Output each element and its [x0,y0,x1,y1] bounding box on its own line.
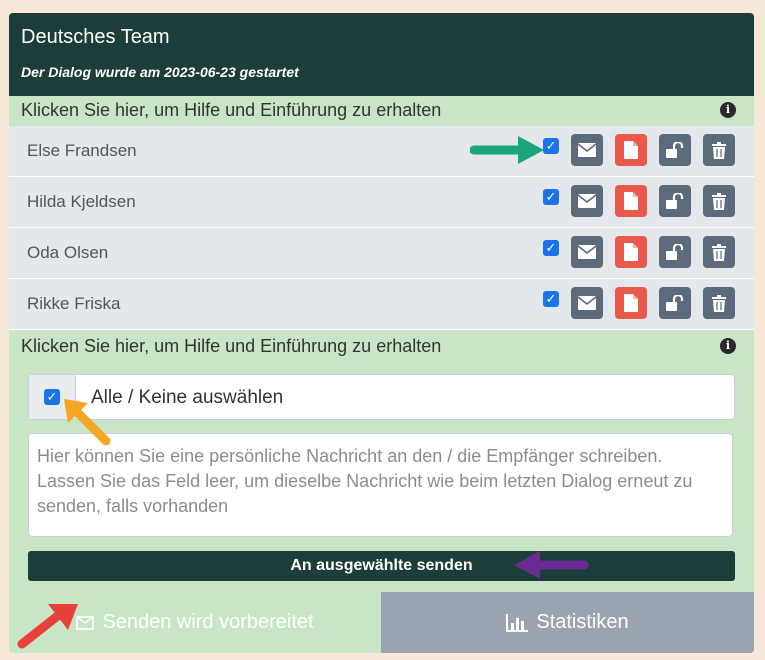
help-link-top[interactable]: Klicken Sie hier, um Hilfe und Einführun… [9,96,754,126]
envelope-icon [578,143,596,157]
delete-button[interactable] [703,134,735,166]
member-name: Hilda Kjeldsen [27,192,136,211]
help-link-bottom[interactable]: Klicken Sie hier, um Hilfe und Einführun… [9,332,754,362]
member-checkbox[interactable]: ✓ [543,291,559,307]
red-arrow-annotation [17,604,78,649]
trash-icon [712,192,726,210]
dialog-start-date: Der Dialog wurde am 2023-06-23 gestartet [21,64,299,80]
unlock-icon [666,244,684,260]
help-text: Klicken Sie hier, um Hilfe und Einführun… [21,336,442,356]
envelope-icon [578,245,596,259]
unlock-button[interactable] [659,287,691,319]
trash-icon [712,243,726,261]
team-panel: Deutsches Team Der Dialog wurde am 2023-… [9,13,754,653]
info-icon[interactable]: i [720,338,736,354]
page-title: Deutsches Team [21,26,170,48]
email-button[interactable] [571,236,603,268]
trash-icon [712,294,726,312]
document-icon [624,243,638,261]
list-item: Oda Olsen ✓ [9,228,754,279]
orange-arrow-annotation [64,399,111,446]
unlock-icon [666,142,684,158]
document-button[interactable] [615,236,647,268]
send-to-selected-button[interactable]: An ausgewählte senden [28,551,735,581]
member-name: Oda Olsen [27,243,109,262]
delete-button[interactable] [703,185,735,217]
document-button[interactable] [615,185,647,217]
delete-button[interactable] [703,287,735,319]
envelope-icon [578,296,596,310]
list-item: Rikke Friska ✓ [9,279,754,330]
list-item: Hilda Kjeldsen ✓ [9,177,754,228]
unlock-button[interactable] [659,236,691,268]
chart-icon [506,613,529,632]
select-all-label: Alle / Keine auswählen [91,387,284,408]
document-icon [624,192,638,210]
header: Deutsches Team Der Dialog wurde am 2023-… [9,13,754,96]
tab-statistics[interactable]: Statistiken [381,592,754,653]
purple-arrow-annotation [514,551,589,579]
unlock-button[interactable] [659,185,691,217]
document-icon [624,294,638,312]
info-icon[interactable]: i [720,102,736,118]
email-button[interactable] [571,185,603,217]
envelope-icon [578,194,596,208]
tab-statistics-label: Statistiken [536,611,629,633]
select-all-control[interactable]: ✓ Alle / Keine auswählen [28,374,735,420]
trash-icon [712,141,726,159]
email-button[interactable] [571,287,603,319]
help-text: Klicken Sie hier, um Hilfe und Einführun… [21,100,442,120]
unlock-icon [666,193,684,209]
member-name: Rikke Friska [27,294,121,313]
member-checkbox[interactable]: ✓ [543,189,559,205]
list-item: Else Frandsen ✓ [9,126,754,177]
tab-sending-label: Senden wird vorbereitet [102,611,314,633]
member-checkbox[interactable]: ✓ [543,240,559,256]
unlock-button[interactable] [659,134,691,166]
personal-message-field[interactable] [28,433,733,537]
member-name: Else Frandsen [27,141,137,160]
document-button[interactable] [615,134,647,166]
delete-button[interactable] [703,236,735,268]
unlock-icon [666,295,684,311]
document-button[interactable] [615,287,647,319]
green-arrow-annotation [470,136,544,164]
email-button[interactable] [571,134,603,166]
document-icon [624,141,638,159]
